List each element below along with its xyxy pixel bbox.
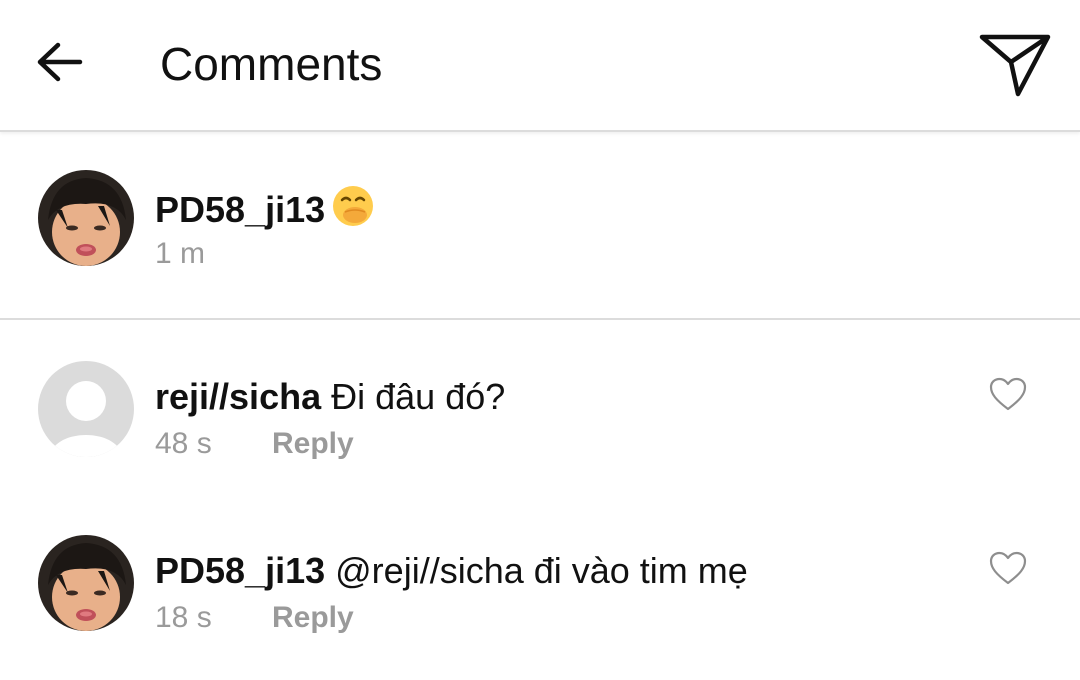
comment-text-line: reji//sicha Đi đâu đó? — [155, 376, 505, 418]
default-avatar-icon — [38, 361, 134, 457]
page-title: Comments — [160, 38, 383, 90]
caption-username[interactable]: PD58_ji13 — [155, 189, 325, 230]
reply-button[interactable]: Reply — [272, 426, 354, 462]
comment-text: @reji//sicha đi vào tim mẹ — [335, 550, 748, 591]
back-button[interactable] — [30, 32, 90, 92]
avatar[interactable] — [38, 535, 134, 631]
divider — [0, 318, 1080, 320]
comment-username[interactable]: reji//sicha — [155, 376, 321, 417]
share-button[interactable] — [976, 30, 1054, 100]
post-caption: PD58_ji13 1 m — [0, 132, 1080, 318]
comment-time: 18 s — [155, 601, 212, 634]
comment-username[interactable]: PD58_ji13 — [155, 550, 325, 591]
comment-text-line: PD58_ji13 @reji//sicha đi vào tim mẹ — [155, 550, 748, 592]
reply-button[interactable]: Reply — [272, 600, 354, 636]
face-with-hand-over-mouth-icon — [333, 186, 374, 226]
paper-plane-icon — [979, 34, 1051, 97]
caption-line: PD58_ji13 — [155, 184, 375, 231]
caption-time: 1 m — [155, 237, 206, 270]
user-photo-icon — [38, 170, 134, 266]
comment-time: 48 s — [155, 427, 212, 460]
heart-icon[interactable] — [988, 376, 1028, 412]
avatar[interactable] — [38, 170, 134, 266]
heart-icon[interactable] — [988, 550, 1028, 586]
arrow-left-icon — [37, 42, 83, 82]
avatar[interactable] — [38, 361, 134, 457]
app-header: Comments — [0, 0, 1080, 132]
user-photo-icon — [38, 535, 134, 631]
comment-text: Đi đâu đó? — [331, 376, 506, 417]
